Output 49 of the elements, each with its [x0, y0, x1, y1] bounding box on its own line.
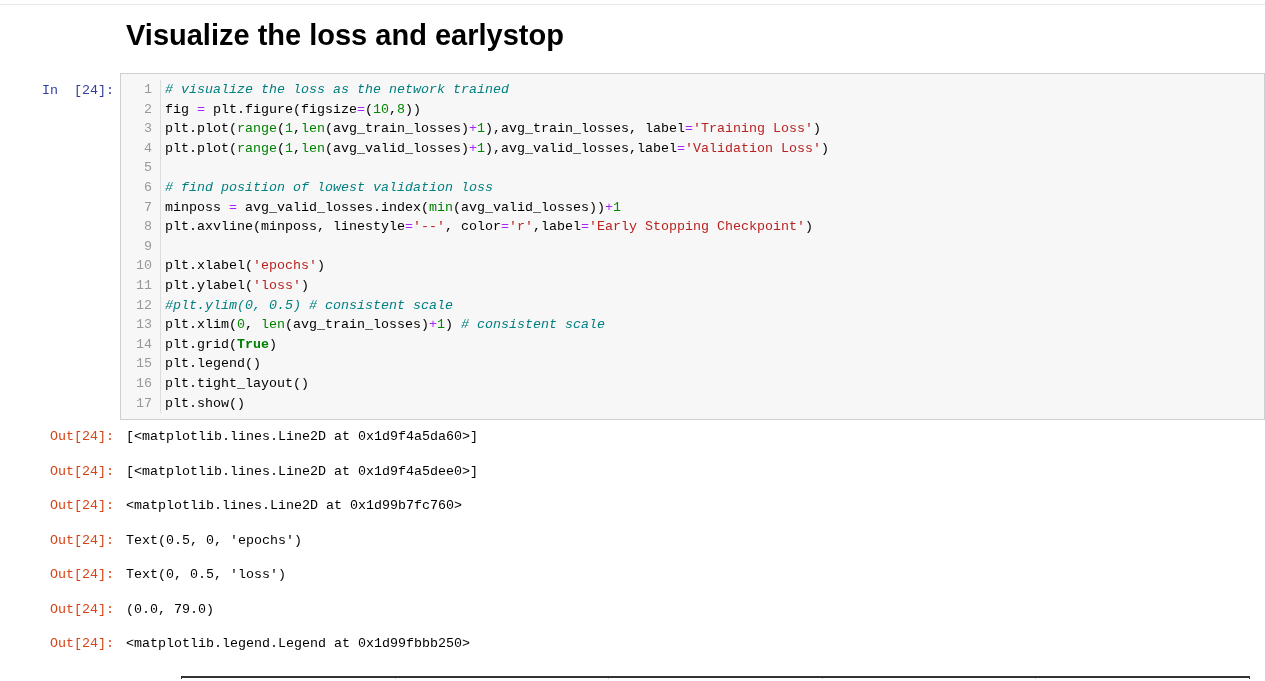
code-line: # visualize the loss as the network trained	[165, 81, 510, 99]
code-line: plt.grid(True)	[165, 335, 278, 354]
input-prompt: In [24]:	[41, 82, 115, 100]
output-text: <matplotlib.legend.Legend at 0x1d99fbbb250>	[125, 635, 470, 654]
line-number: 1	[143, 81, 152, 99]
output-prompt: Out[24]:	[49, 531, 115, 550]
code-line: plt.ylabel('loss')	[165, 276, 310, 295]
output-text: [<matplotlib.lines.Line2D at 0x1d9f4a5dee0>]	[125, 462, 478, 481]
output-prompt: Out[24]:	[49, 428, 115, 447]
line-number: 13	[135, 316, 152, 335]
line-number: 7	[143, 198, 152, 217]
code-line: plt.show()	[165, 394, 246, 413]
line-number: 10	[135, 257, 152, 276]
line-number: 6	[143, 178, 152, 197]
code-line: #plt.ylim(0, 0.5) # consistent scale	[165, 296, 454, 315]
output-text: [<matplotlib.lines.Line2D at 0x1d9f4a5da60>]	[125, 428, 478, 447]
code-line: plt.legend()	[165, 355, 262, 374]
line-number: 12	[135, 296, 152, 315]
line-number: 2	[143, 100, 152, 119]
code-line: plt.xlim(0, len(avg_train_losses)+1) # consistent scale	[165, 316, 606, 335]
code-line: plt.tight_layout()	[165, 374, 310, 393]
code-line: # find position of lowest validation loss	[165, 178, 494, 197]
output-prompt: Out[24]:	[49, 462, 115, 481]
output-prompt: Out[24]:	[49, 566, 115, 585]
line-number: 5	[143, 159, 152, 178]
output-prompt: Out[24]:	[49, 497, 115, 516]
line-number: 9	[143, 237, 152, 256]
line-number: 14	[135, 335, 152, 354]
code-line: plt.xlabel('epochs')	[165, 257, 326, 276]
line-number: 11	[135, 276, 152, 295]
code-line: plt.axvline(minposs, linestyle='--', color='r',label='Early Stopping Checkpoint')	[165, 218, 814, 237]
output-text: (0.0, 79.0)	[125, 600, 214, 619]
output-text: <matplotlib.lines.Line2D at 0x1d99b7fc760>	[125, 497, 462, 516]
output-text: Text(0.5, 0, 'epochs')	[125, 531, 302, 550]
section-heading: Visualize the loss and earlystop	[126, 18, 565, 53]
code-line: minposs = avg_valid_losses.index(min(avg_valid_losses))+1	[165, 198, 622, 217]
line-number: 3	[143, 120, 152, 139]
output-prompt: Out[24]:	[49, 635, 115, 654]
line-number: 8	[143, 218, 152, 237]
line-number: 4	[143, 139, 152, 158]
output-text: Text(0, 0.5, 'loss')	[125, 566, 286, 585]
line-number: 15	[135, 355, 152, 374]
line-number: 16	[135, 374, 152, 393]
code-cell[interactable]	[120, 73, 1265, 420]
code-line: fig = plt.figure(figsize=(10,8))	[165, 100, 422, 119]
output-prompt: Out[24]:	[49, 600, 115, 619]
line-number: 17	[135, 394, 152, 413]
code-line: plt.plot(range(1,len(avg_valid_losses)+1),avg_valid_losses,label='Validation Loss')	[165, 139, 829, 158]
code-line: plt.plot(range(1,len(avg_train_losses)+1),avg_train_losses, label='Training Loss')	[165, 120, 822, 139]
